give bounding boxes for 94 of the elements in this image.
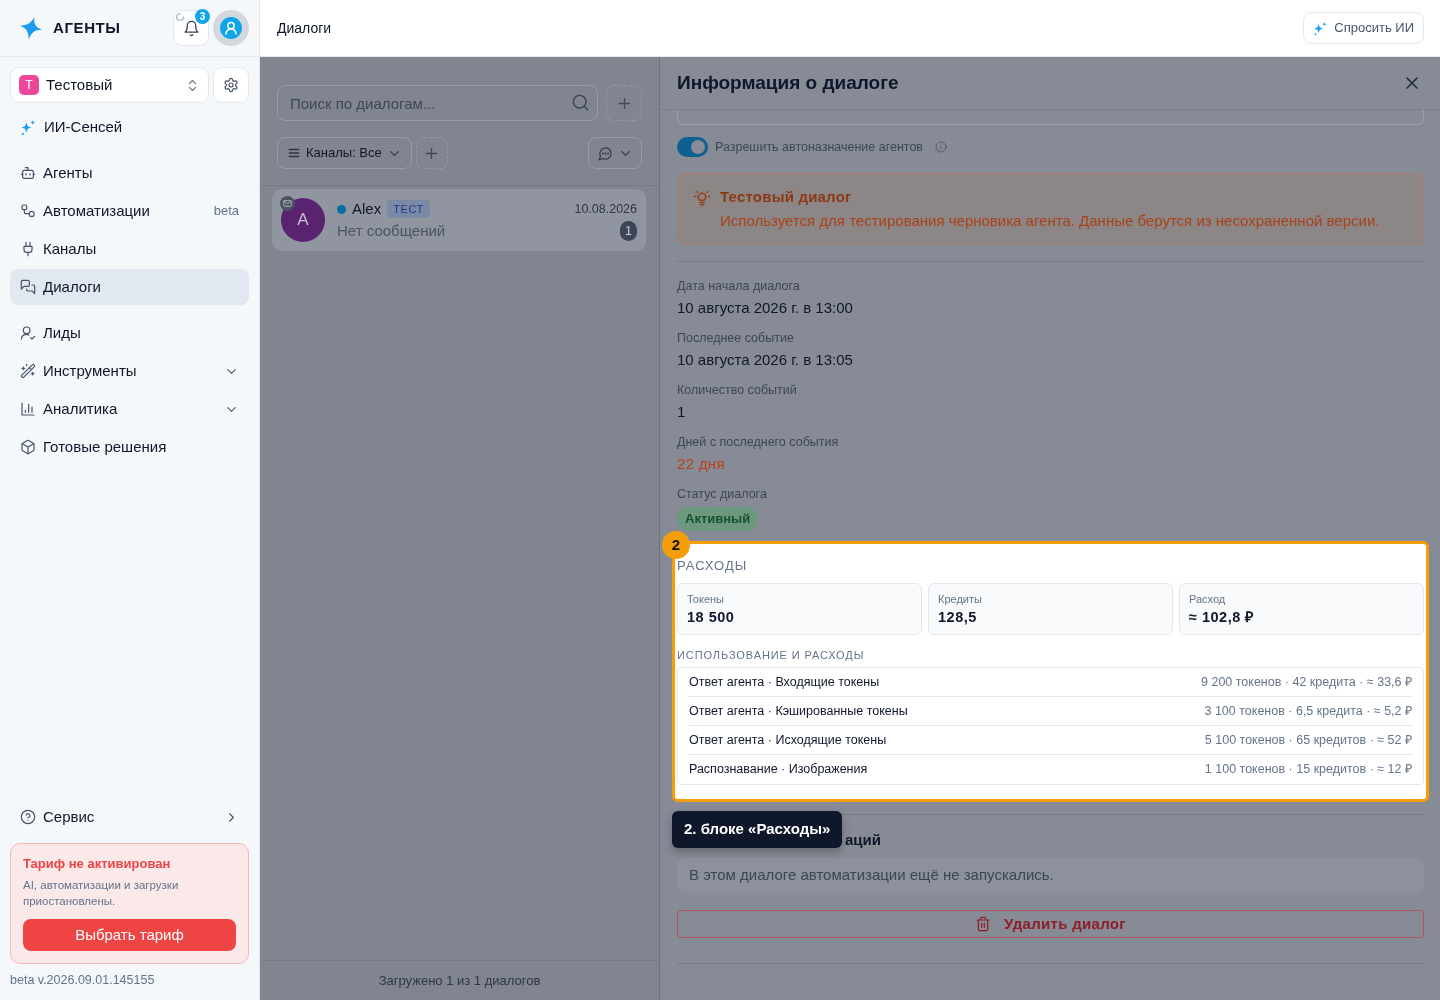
contact-name: Alex <box>352 198 382 219</box>
loaded-count-text: Загружено 1 из 1 диалогов <box>378 971 541 990</box>
field-label: Дней с последнего события <box>677 434 840 451</box>
nav-item[interactable]: Агенты <box>10 155 249 191</box>
section-title: РАСХОДЫ <box>677 558 749 574</box>
bar-chart-icon <box>20 401 36 417</box>
field-value: 22 дня <box>677 454 726 474</box>
stat-label: Расход <box>1189 592 1227 606</box>
empty-note: В этом диалоге автоматизации ещё не запускались. <box>677 858 1424 893</box>
help-icon <box>20 809 36 825</box>
field-label: Количество событий <box>677 382 798 399</box>
ask-ai-button[interactable]: Спросить ИИ <box>1303 12 1424 44</box>
select-field[interactable] <box>677 110 1424 125</box>
avatar: A <box>281 198 325 242</box>
star-logo-icon <box>18 15 44 41</box>
test-tag: ТЕСТ <box>387 200 430 218</box>
add-button[interactable] <box>606 85 642 121</box>
ring-icon <box>175 12 185 22</box>
usage-name: Ответ агента · Входящие токены <box>689 673 880 691</box>
step-badge: 2 <box>662 531 690 559</box>
usage-amount: 1 100 токенов · 15 кредитов · ≈ 12 ₽ <box>1204 761 1412 779</box>
tour-tooltip: 2. блоке «Расходы» <box>672 811 843 848</box>
notice-title: Тестовый диалог <box>720 187 853 207</box>
plan-title: Тариф не активирован <box>23 856 172 872</box>
field-label: Статус диалога <box>677 486 768 503</box>
usage-amount: 9 200 токенов · 42 кредита · ≈ 33,6 ₽ <box>1201 673 1412 691</box>
robot-icon <box>20 165 36 181</box>
chat-type-dropdown[interactable] <box>588 137 642 169</box>
field-label: Дата начала диалога <box>677 278 801 295</box>
user-icon <box>220 17 242 39</box>
field-value: 10 августа 2026 г. в 13:00 <box>677 298 854 318</box>
search-field[interactable]: Поиск по диалогам... <box>277 85 598 121</box>
nav-item[interactable]: Автоматизации beta <box>10 193 249 229</box>
nav-item[interactable]: Аналитика <box>10 391 249 427</box>
status-badge: Активный <box>677 507 759 531</box>
stat-value: 18 500 <box>687 608 736 626</box>
wand-icon <box>20 363 36 379</box>
message-preview: Нет сообщений <box>337 220 446 241</box>
usage-amount: 5 100 токенов · 65 кредитов · ≈ 52 ₽ <box>1204 731 1412 749</box>
settings-icon <box>223 77 239 93</box>
dialog-card[interactable]: A Alex ТЕСТ 10.08.2026 Нет сообщений 1 <box>272 189 646 251</box>
field-label: Последнее событие <box>677 330 795 347</box>
user-check-icon <box>20 325 36 341</box>
notice-text: Используется для тестирования черновика агента. Данные берутся из несохраненной версии. <box>720 211 1380 231</box>
settings-button[interactable] <box>213 67 249 103</box>
add-filter-button[interactable] <box>415 137 448 169</box>
chat-icon <box>20 279 36 295</box>
usage-name: Распознавание · Изображения <box>689 761 868 779</box>
plug-icon <box>20 241 36 257</box>
channel-filter-button[interactable]: Каналы: Все <box>277 137 412 169</box>
chat-bubble-icon <box>597 145 613 161</box>
nav-item[interactable]: Готовые решения <box>10 429 249 465</box>
toggle-switch[interactable] <box>677 137 708 157</box>
toggle-label: Разрешить автоназначение агентов <box>715 138 923 156</box>
sparkle-icon <box>20 118 37 136</box>
stat-value: ≈ 102,8 ₽ <box>1189 608 1255 626</box>
nav-item[interactable]: Сервис <box>10 799 249 835</box>
mail-icon <box>280 196 295 211</box>
beta-label: beta <box>213 202 239 221</box>
unread-count: 1 <box>620 221 637 241</box>
search-icon <box>571 93 590 112</box>
cube-icon <box>20 439 36 455</box>
menu-icon <box>287 146 301 160</box>
trash-icon <box>975 916 992 932</box>
usage-amount: 3 100 токенов · 6,5 кредита · ≈ 5,2 ₽ <box>1204 702 1412 720</box>
nav-item[interactable]: Каналы <box>10 231 249 267</box>
info-icon <box>935 141 947 153</box>
plan-text: AI, автоматизации и загрузки приостановлены. <box>23 878 180 909</box>
usage-name: Ответ агента · Кэшированные токены <box>689 702 908 720</box>
field-value: 1 <box>677 402 687 422</box>
workspace-select[interactable]: Т Тестовый <box>10 67 209 103</box>
dialog-date: 10.08.2026 <box>574 200 637 218</box>
workspace-initial: Т <box>19 75 39 95</box>
page-title: Диалоги <box>277 18 332 38</box>
field-value: 10 августа 2026 г. в 13:05 <box>677 350 854 370</box>
bell-icon <box>182 19 200 37</box>
count-badge: 3 <box>195 9 210 24</box>
nav-item[interactable]: Лиды <box>10 315 249 351</box>
section-heading: аций <box>845 830 881 850</box>
choose-plan-button[interactable]: Выбрать тариф <box>23 919 236 951</box>
usage-name: Ответ агента · Исходящие токены <box>689 731 887 749</box>
nodes-icon <box>20 203 36 219</box>
lightbulb-icon <box>693 189 711 207</box>
nav-item[interactable]: ИИ-Сенсей <box>10 109 249 145</box>
panel-title: Информация о диалоге <box>677 70 899 95</box>
section-title: ИСПОЛЬЗОВАНИЕ И РАСХОДЫ <box>677 648 866 663</box>
stat-label: Кредиты <box>938 592 983 606</box>
nav-item[interactable]: Инструменты <box>10 353 249 389</box>
stat-label: Токены <box>687 592 725 606</box>
nav-item[interactable]: Диалоги <box>10 269 249 305</box>
avatar-button[interactable] <box>213 10 249 46</box>
version-text: beta v.2026.09.01.145155 <box>9 972 156 989</box>
stat-value: 128,5 <box>938 608 978 626</box>
logo-text: АГЕНТЫ <box>53 17 121 38</box>
